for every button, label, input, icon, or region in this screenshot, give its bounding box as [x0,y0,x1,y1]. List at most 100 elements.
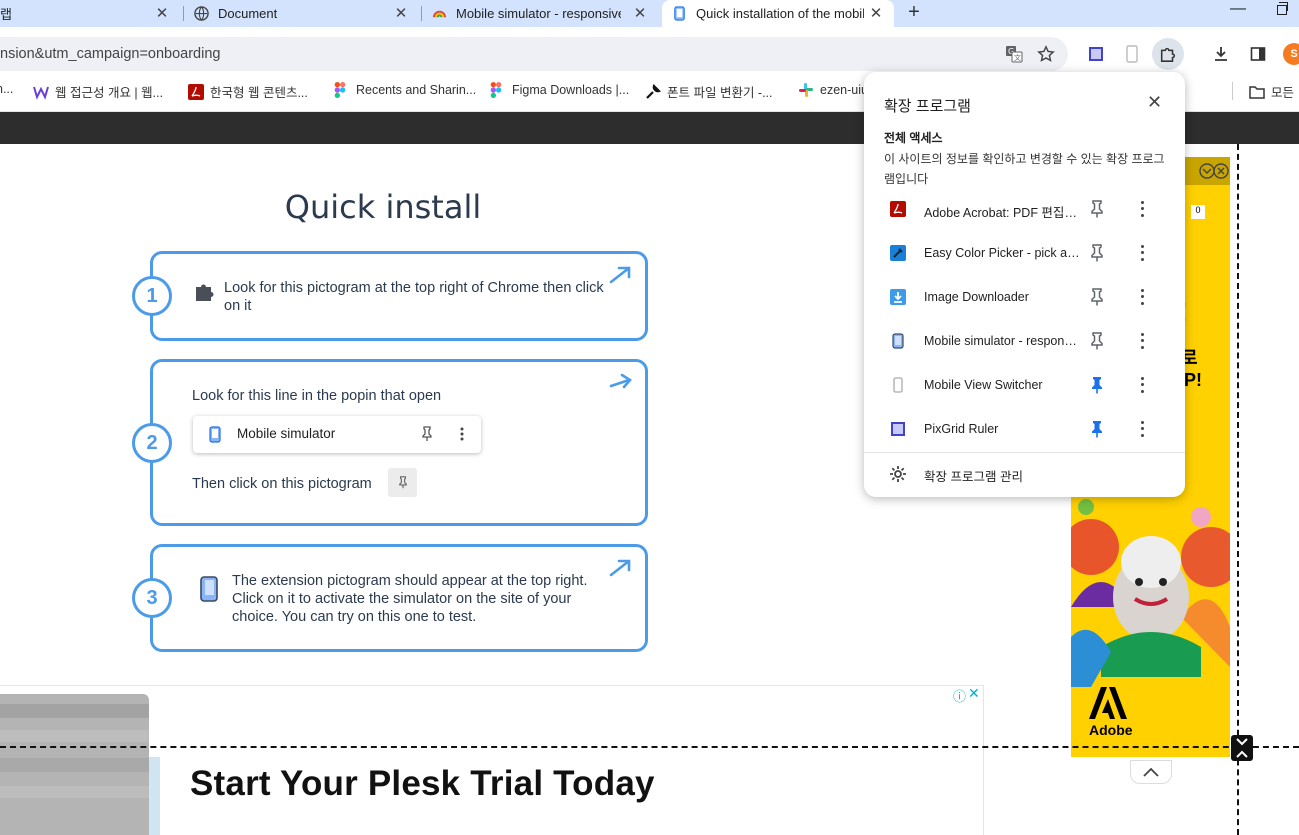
bottom-ad-banner[interactable]: Start Your Plesk Trial Today ⓘ ✕ [0,685,984,835]
more-vert-icon[interactable] [1136,243,1148,263]
pixgrid-ruler-icon[interactable] [1084,42,1108,66]
extensions-popup: 확장 프로그램 ✕ 전체 액세스 이 사이트의 정보를 확인하고 변경할 수 있… [864,72,1185,497]
bookmark-item[interactable]: n... [0,82,13,96]
bookmark-label: Figma Downloads |... [512,82,630,97]
more-vert-icon[interactable] [1136,375,1148,395]
tab-3[interactable]: Mobile simulator - responsive ✕ [424,0,658,27]
tab-separator [183,6,184,21]
slack-icon [798,82,813,97]
pinned-icon[interactable] [1090,376,1106,394]
extension-row-adobe-acrobat[interactable]: Adobe Acrobat: PDF 편집, 변환, 서명 도구 [864,187,1185,231]
tab-close-icon[interactable]: ✕ [868,4,884,22]
extension-row-mobile-simulator[interactable]: Mobile simulator - responsive testing to… [864,319,1185,363]
pin-icon[interactable] [1090,244,1106,262]
tab-title: Quick installation of the mobil [696,6,864,21]
mobile-simulator-icon [890,333,906,349]
new-tab-button[interactable]: + [903,1,925,24]
bookmark-label: 폰트 파일 변환기 -... [667,86,773,100]
bookmark-item[interactable]: Figma Downloads |... [490,82,630,98]
pin-icon[interactable] [1090,332,1106,350]
tab-close-icon[interactable]: ✕ [632,4,648,22]
address-bar[interactable]: nsion&utm_campaign=onboarding G文 [0,37,1068,71]
mobile-phone-icon [672,6,687,21]
step-number-3: 3 [132,578,172,618]
tab-close-icon[interactable]: ✕ [154,4,170,22]
tab-strip: 랩 ✕ Document ✕ Mobile simulator - respon… [0,0,1299,27]
full-access-description: 이 사이트의 정보를 확인하고 변경할 수 있는 확장 프로그램입니다 [884,152,1165,186]
extension-row-pixgrid-ruler[interactable]: PixGrid Ruler [864,407,1185,451]
step-2-text-bottom: Then click on this pictogram [192,476,372,492]
extensions-puzzle-button[interactable] [1152,38,1184,70]
manage-extensions-label: 확장 프로그램 관리 [924,470,1023,484]
adobe-logo-icon [1089,687,1127,719]
ad-headline[interactable]: Start Your Plesk Trial Today [190,764,655,804]
arrow-right-icon [609,373,632,389]
bookmark-item[interactable]: 한국형 웹 콘텐츠... [188,82,308,101]
tab-separator [421,6,422,21]
more-vert-icon[interactable] [1136,419,1148,439]
extension-name: Easy Color Picker - pick a color [924,246,1080,260]
step-3-text: The extension pictogram should appear at… [232,573,588,625]
ruler-guide-vertical[interactable] [1237,144,1239,835]
ad-collapse-button[interactable] [1130,760,1172,784]
extension-name: Image Downloader [924,290,1029,304]
pin-icon[interactable] [1090,288,1106,306]
all-bookmarks-folder[interactable]: 모든 [1249,82,1294,101]
bookmark-star-icon[interactable] [1034,42,1058,66]
side-panel-icon[interactable] [1246,42,1270,66]
extension-name: Mobile View Switcher [924,378,1043,392]
ad-image-accent [149,757,160,835]
mobile-phone-icon [198,576,220,607]
more-vert-icon[interactable] [1136,199,1148,219]
ad-brand-name: Adobe [1089,722,1133,738]
close-icon[interactable]: ✕ [1147,92,1162,113]
ad-choices-icon[interactable] [1199,163,1229,184]
ad-screenshot-image [0,694,149,835]
bookmark-item[interactable]: 웹 접근성 개요 | 웹... [33,82,163,101]
restore-window-icon[interactable] [1277,2,1288,15]
tab-4-active[interactable]: Quick installation of the mobil ✕ [662,0,894,27]
bookmark-item[interactable]: Recents and Sharin... [334,82,476,98]
minimize-icon[interactable]: — [1230,0,1246,18]
translate-icon[interactable]: G文 [1002,42,1026,66]
extension-row-mobile-view-switcher[interactable]: Mobile View Switcher [864,363,1185,407]
ad-illustration [1071,499,1230,687]
extension-name: Adobe Acrobat: PDF 편집, 변환, 서명 도구 [924,206,1080,220]
tab-1[interactable]: 랩 ✕ [0,0,180,27]
extension-row-easy-color-picker[interactable]: Easy Color Picker - pick a color [864,231,1185,275]
gear-icon [889,465,907,488]
tab-title: Mobile simulator - responsive [456,6,621,21]
ruler-crosshair-handle[interactable] [1231,735,1253,761]
step-number-1: 1 [132,276,172,316]
mobile-view-switcher-icon[interactable] [1120,42,1144,66]
more-vert-icon[interactable] [1136,331,1148,351]
ad-close-icon[interactable]: ✕ [968,685,980,702]
mobile-view-switcher-icon [890,377,906,393]
ruler-guide-horizontal[interactable] [0,746,1299,748]
pin-icon [421,426,433,447]
extension-name: Mobile simulator - responsive testing to… [924,334,1080,348]
tab-title: Document [218,6,278,21]
browser-toolbar: nsion&utm_campaign=onboarding G文 [0,27,1299,72]
pin-icon [388,468,417,497]
pdf-icon [188,84,204,100]
more-vert-icon[interactable] [1136,287,1148,307]
extension-row-image-downloader[interactable]: Image Downloader [864,275,1185,319]
bookmark-item[interactable]: 폰트 파일 변환기 -... [645,82,773,101]
tab-2[interactable]: Document ✕ [186,0,419,27]
manage-extensions-button[interactable]: 확장 프로그램 관리 [864,454,1185,494]
ad-info-icon[interactable]: ⓘ [953,686,966,705]
bookmark-label: 모든 [1271,86,1295,100]
tab-title: 랩 [0,7,12,22]
pinned-icon[interactable] [1090,420,1106,438]
bookmarks-separator [1232,82,1233,100]
globe-icon [194,6,209,21]
address-bar-url[interactable]: nsion&utm_campaign=onboarding [0,46,220,62]
profile-avatar[interactable]: S [1283,43,1299,65]
download-icon[interactable] [1209,42,1233,66]
tab-close-icon[interactable]: ✕ [393,4,409,22]
full-access-heading: 전체 액세스 [884,131,943,145]
bookmark-label: ezen-uiu [820,82,868,97]
bookmark-item[interactable]: ezen-uiu [798,82,868,97]
pin-icon[interactable] [1090,200,1106,218]
